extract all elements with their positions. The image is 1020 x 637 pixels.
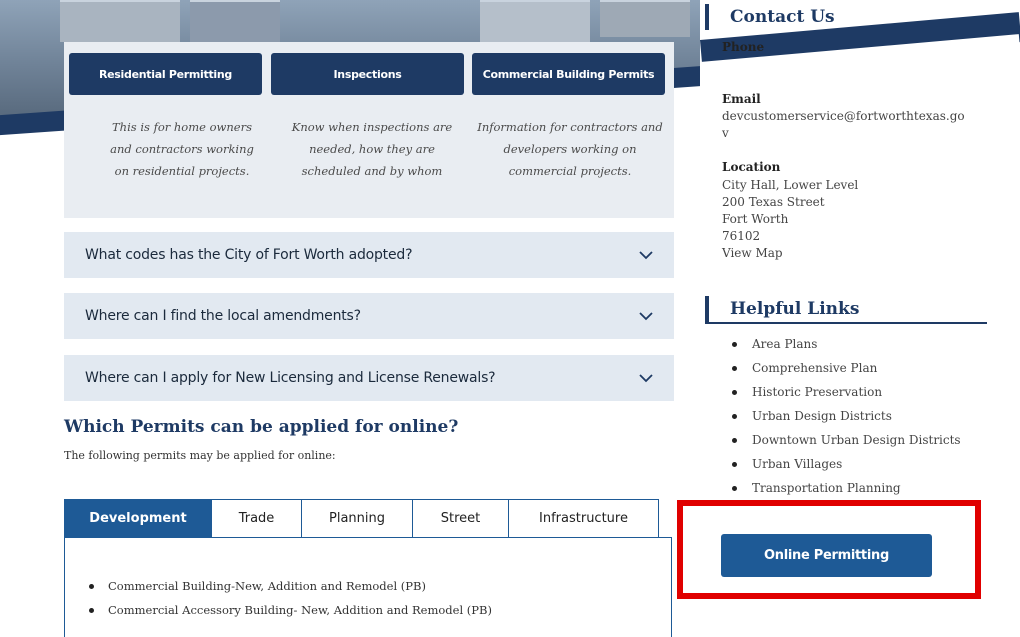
faq-accordion-licensing[interactable]: Where can I apply for New Licensing and … (64, 355, 674, 401)
view-map-link[interactable]: View Map (722, 245, 783, 262)
faq-question: What codes has the City of Fort Worth ad… (85, 247, 413, 263)
helpful-link[interactable]: Downtown Urban Design Districts (730, 432, 961, 456)
tab-infrastructure[interactable]: Infrastructure (509, 499, 659, 538)
contact-us-title: Contact Us (705, 4, 990, 30)
email-label: Email (722, 92, 761, 106)
tab-trade[interactable]: Trade (212, 499, 302, 538)
helpful-link[interactable]: Area Plans (730, 336, 961, 360)
chevron-down-icon[interactable] (638, 308, 654, 324)
chevron-down-icon[interactable] (638, 247, 654, 263)
email-link-wrap[interactable]: v (722, 125, 729, 142)
location-label: Location (722, 160, 781, 174)
address-city: Fort Worth (722, 212, 789, 226)
permit-list: Commercial Building-New, Addition and Re… (86, 578, 492, 626)
chevron-down-icon[interactable] (638, 370, 654, 386)
tab-planning[interactable]: Planning (302, 499, 413, 538)
commercial-building-permits-description: Information for contractors and develope… (477, 120, 663, 178)
inspections-description: Know when inspections are needed, how th… (291, 120, 453, 178)
hero-building (60, 0, 180, 42)
list-item: Commercial Building-New, Addition and Re… (86, 578, 492, 602)
address-line: City Hall, Lower Level (722, 178, 859, 192)
helpful-links-list: Area Plans Comprehensive Plan Historic P… (730, 336, 961, 504)
helpful-link[interactable]: Historic Preservation (730, 384, 961, 408)
residential-permitting-description: This is for home owners and contractors … (110, 120, 254, 178)
service-cards-panel: Residential Permitting Inspections Comme… (64, 42, 674, 218)
commercial-building-permits-button[interactable]: Commercial Building Permits (472, 53, 665, 95)
faq-question: Where can I find the local amendments? (85, 308, 361, 324)
faq-accordion-codes[interactable]: What codes has the City of Fort Worth ad… (64, 232, 674, 278)
residential-permitting-button[interactable]: Residential Permitting (69, 53, 262, 95)
address-line: 200 Texas Street (722, 195, 825, 209)
tab-development[interactable]: Development (64, 499, 212, 538)
address-zip: 76102 (722, 229, 761, 243)
permits-section-subtitle: The following permits may be applied for… (64, 449, 336, 462)
helpful-links-title: Helpful Links (705, 296, 987, 324)
email-link[interactable]: devcustomerservice@fortworthtexas.go (722, 108, 965, 125)
permits-section-title: Which Permits can be applied for online? (64, 417, 459, 437)
hero-building (600, 0, 690, 37)
helpful-link[interactable]: Comprehensive Plan (730, 360, 961, 384)
list-item: Commercial Accessory Building- New, Addi… (86, 602, 492, 626)
online-permitting-button[interactable]: Online Permitting (721, 534, 932, 577)
faq-accordion-amendments[interactable]: Where can I find the local amendments? (64, 293, 674, 339)
helpful-link[interactable]: Urban Villages (730, 456, 961, 480)
faq-question: Where can I apply for New Licensing and … (85, 370, 496, 386)
helpful-link[interactable]: Urban Design Districts (730, 408, 961, 432)
inspections-button[interactable]: Inspections (271, 53, 464, 95)
hero-building (480, 0, 590, 47)
tab-street[interactable]: Street (413, 499, 509, 538)
phone-label: Phone (722, 40, 765, 54)
permit-tabs: Development Trade Planning Street Infras… (64, 499, 659, 538)
